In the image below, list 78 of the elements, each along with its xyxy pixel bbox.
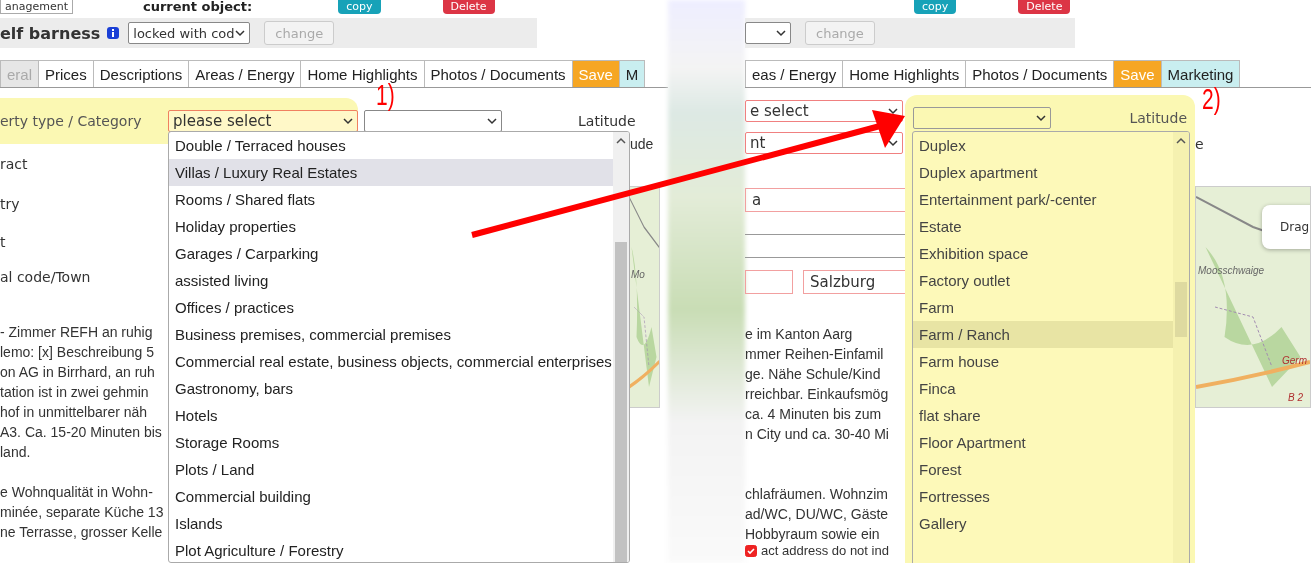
dropdown-option[interactable]: Villas / Luxury Real Estates [169, 159, 613, 186]
tab[interactable]: Marketing [1160, 60, 1241, 87]
dropdown-option[interactable]: Offices / practices [169, 294, 613, 321]
map-label: Moosschwaige [1198, 265, 1265, 276]
description-line: A3. Ca. 15-20 Minuten bis [0, 423, 162, 442]
tab[interactable]: eas / Energy [745, 60, 844, 87]
description-line: ad/WC, DU/WC, Gäste [745, 505, 889, 524]
address-note: act address do not ind [761, 545, 889, 557]
dropdown-option[interactable]: Farm [913, 294, 1173, 321]
field-label: al code/Town [0, 268, 91, 285]
description-line: minée, separate Küche 13 [0, 503, 164, 522]
dropdown-option[interactable]: Exhibition space [913, 240, 1173, 267]
current-object-label: current object: [143, 0, 253, 14]
dropdown-option[interactable]: Rooms / Shared flats [169, 186, 613, 213]
dropdown-option[interactable]: Estate [913, 213, 1173, 240]
description-line: ge. Nähe Schule/Kind [745, 365, 881, 384]
lock-select[interactable]: locked with cod [128, 22, 251, 44]
description-line: ca. 4 Minuten bis zum [745, 405, 882, 424]
dropdown-option[interactable]: Holiday properties [169, 213, 613, 240]
dropdown-option[interactable]: Hotels [169, 402, 613, 429]
category-select[interactable]: e select [745, 100, 903, 122]
longitude-label: ude [630, 136, 655, 152]
description-line: n City und ca. 30-40 Mi [745, 425, 889, 444]
description-line: mmer Reihen-Einfamil [745, 345, 884, 364]
dropdown-option[interactable]: Farm / Ranch [913, 321, 1173, 348]
dropdown-option[interactable]: Islands [169, 510, 613, 537]
description-line: tation ist in zwei gehmin [0, 383, 149, 402]
map[interactable]: Drag Moosschwaige Germ B 2 [1195, 186, 1311, 408]
description-line: land. [0, 443, 31, 462]
latitude-label: Latitude [578, 113, 636, 129]
latitude-label: Latitude [1129, 110, 1187, 126]
dropdown-option[interactable]: Gastronomy, bars [169, 375, 613, 402]
dropdown-option[interactable]: assisted living [169, 267, 613, 294]
map-label: Germ [1282, 355, 1307, 366]
description-line: lemo: [x] Beschreibung 5 [0, 343, 155, 362]
map-tooltip: Drag [1262, 205, 1310, 249]
dropdown-option[interactable]: Factory outlet [913, 267, 1173, 294]
dropdown-option[interactable]: Entertainment park/-center [913, 186, 1173, 213]
dropdown-option[interactable]: Fortresses [913, 483, 1173, 510]
field-label: t [0, 233, 6, 250]
dropdown-option[interactable]: Plots / Land [169, 456, 613, 483]
tab[interactable]: M [618, 60, 646, 87]
category-select[interactable]: please select [168, 110, 358, 132]
map[interactable]: Mo [628, 186, 660, 408]
dropdown-option[interactable]: Duplex [913, 132, 1173, 159]
map-label: B 2 [1288, 392, 1303, 403]
description-line: on AG in Birrhard, an ruh [0, 363, 155, 382]
management-button[interactable]: anagement [0, 0, 73, 14]
dropdown-option[interactable]: Garages / Carparking [169, 240, 613, 267]
dropdown-option[interactable]: Duplex apartment [913, 159, 1173, 186]
description-line: - Zimmer REFH an ruhig [0, 323, 153, 342]
dropdown-option[interactable]: Double / Terraced houses [169, 132, 613, 159]
dropdown-option[interactable]: Commercial building [169, 483, 613, 510]
dropdown-option[interactable]: Plot Agriculture / Forestry [169, 537, 613, 562]
dropdown-option[interactable]: Storage Rooms [169, 429, 613, 456]
object-name: elf barness [0, 23, 101, 43]
map-label: Mo [631, 269, 645, 280]
delete-button[interactable]: Delete [442, 0, 495, 14]
description-line: e Wohnqualität in Wohn- [0, 483, 153, 502]
dropdown-option[interactable]: Finca [913, 375, 1173, 402]
description-line: chlafräumen. Wohnzim [745, 485, 888, 504]
description-line: Hobbyraum sowie ein [745, 525, 880, 544]
dropdown-option[interactable]: Forest [913, 456, 1173, 483]
delete-button[interactable]: Delete [1018, 0, 1071, 14]
dropdown-option[interactable]: Business premises, commercial premises [169, 321, 613, 348]
field-label: try [0, 196, 20, 212]
description-line: e im Kanton Aarg [745, 325, 853, 344]
dropdown-option[interactable]: Gallery [913, 510, 1173, 537]
field-label: ract [0, 156, 28, 172]
dropdown-option[interactable]: Floor Apartment [913, 429, 1173, 456]
description-line: rreichbar. Einkaufsmög [745, 385, 889, 404]
description-line: ne Terrasse, grosser Kelle [0, 523, 163, 542]
category-label: erty type / Category [0, 113, 143, 129]
description-line: hof in unmittelbarer näh [0, 403, 148, 422]
dropdown-option[interactable]: Commercial real estate, business objects, commercial enterprises [169, 348, 613, 375]
dropdown-option[interactable]: Farm house [913, 348, 1173, 375]
dropdown-option[interactable]: flat share [913, 402, 1173, 429]
longitude-label: e [1195, 136, 1205, 152]
